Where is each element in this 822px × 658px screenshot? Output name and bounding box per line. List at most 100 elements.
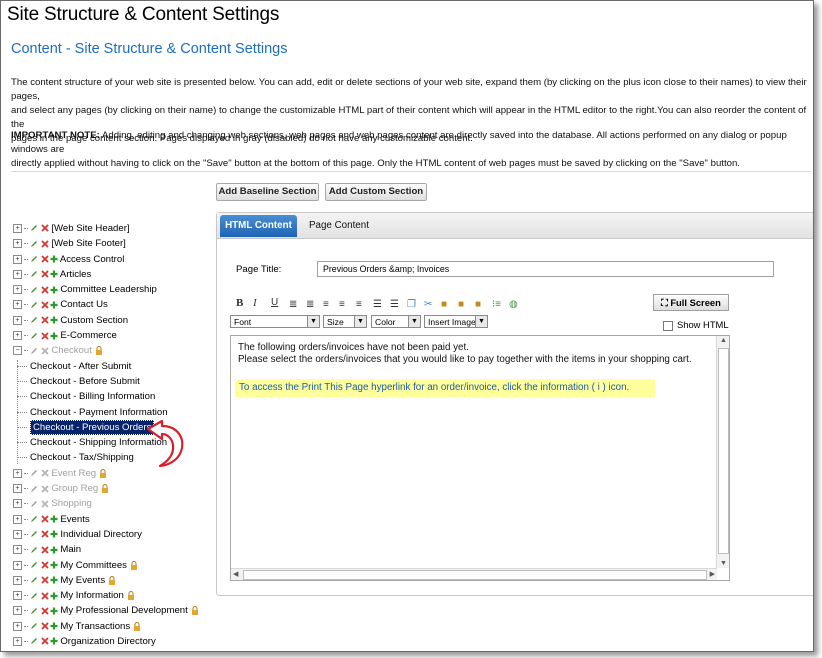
- delete-icon[interactable]: [41, 622, 49, 630]
- editor-text[interactable]: The following orders/invoices have not b…: [238, 342, 692, 366]
- expand-icon[interactable]: +: [13, 499, 22, 509]
- edit-icon[interactable]: [30, 347, 38, 355]
- align-center-icon[interactable]: ≡: [339, 299, 345, 310]
- edit-icon[interactable]: [30, 622, 38, 630]
- add-page-icon[interactable]: [50, 270, 58, 278]
- tree-node[interactable]: + Shopping: [13, 496, 213, 511]
- delete-icon[interactable]: [41, 607, 49, 615]
- delete-icon[interactable]: [41, 484, 49, 493]
- delete-icon[interactable]: [41, 515, 49, 523]
- edit-icon[interactable]: [30, 240, 38, 248]
- edit-icon[interactable]: [30, 561, 38, 569]
- edit-icon[interactable]: [30, 485, 38, 493]
- expand-icon[interactable]: +: [13, 575, 22, 585]
- edit-icon[interactable]: [30, 332, 38, 340]
- edit-icon[interactable]: [30, 530, 38, 538]
- font-select[interactable]: Font ▼: [230, 315, 320, 328]
- bullet-list-icon[interactable]: ☰: [373, 299, 382, 310]
- align-left-icon[interactable]: ≡: [323, 299, 329, 310]
- add-page-icon[interactable]: [50, 515, 58, 523]
- tree-node[interactable]: + [Web Site Header]: [13, 221, 213, 236]
- tree-node[interactable]: + My Committees: [13, 558, 213, 573]
- expand-icon[interactable]: +: [13, 514, 22, 524]
- tree-page-item[interactable]: Checkout - After Submit: [13, 359, 213, 374]
- expand-icon[interactable]: +: [13, 606, 22, 616]
- edit-icon[interactable]: [30, 316, 38, 324]
- edit-icon[interactable]: [30, 469, 38, 477]
- delete-icon[interactable]: [41, 469, 49, 477]
- edit-icon[interactable]: [30, 500, 38, 508]
- tree-node[interactable]: + My Information: [13, 588, 213, 603]
- outdent-icon[interactable]: ≣: [289, 299, 297, 310]
- tree-page-label[interactable]: Checkout - Tax/Shipping: [30, 452, 134, 463]
- paste-icon[interactable]: ■: [441, 299, 447, 310]
- delete-icon[interactable]: [41, 331, 49, 340]
- tree-node[interactable]: + Custom Section: [13, 313, 213, 328]
- tab-page-content[interactable]: Page Content: [309, 215, 369, 237]
- tree-node[interactable]: + Organization Directory: [13, 634, 213, 649]
- tree-node[interactable]: + Access Control: [13, 252, 213, 267]
- tree-page-label[interactable]: Checkout - Before Submit: [30, 376, 140, 387]
- tree-page-label[interactable]: Checkout - Billing Information: [30, 391, 155, 402]
- expand-icon[interactable]: +: [13, 269, 22, 279]
- add-page-icon[interactable]: [50, 622, 58, 630]
- delete-icon[interactable]: [41, 301, 49, 309]
- edit-icon[interactable]: [30, 301, 38, 309]
- add-page-icon[interactable]: [50, 332, 58, 340]
- color-select[interactable]: Color ▼: [371, 315, 421, 328]
- paste-word-icon[interactable]: ■: [475, 299, 481, 310]
- edit-icon[interactable]: [30, 255, 38, 263]
- add-page-icon[interactable]: [50, 592, 58, 600]
- delete-icon[interactable]: [41, 637, 49, 646]
- add-custom-section-button[interactable]: Add Custom Section: [325, 183, 427, 201]
- tree-node[interactable]: + Articles: [13, 267, 213, 282]
- tree-node[interactable]: + Main: [13, 542, 213, 557]
- size-select[interactable]: Size ▼: [323, 315, 367, 328]
- indent-icon[interactable]: ≣: [306, 299, 314, 310]
- delete-icon[interactable]: [41, 286, 49, 294]
- tree-node[interactable]: + [Web Site Footer]: [13, 236, 213, 251]
- tree-node[interactable]: + Group Reg: [13, 481, 213, 496]
- collapse-icon[interactable]: −: [13, 346, 22, 356]
- scroll-thumb[interactable]: [718, 348, 729, 554]
- copy-icon[interactable]: ❐: [407, 299, 416, 310]
- delete-icon[interactable]: [41, 347, 49, 355]
- underline-icon[interactable]: U: [271, 297, 278, 308]
- tree-node[interactable]: + Contact Us: [13, 297, 213, 312]
- add-page-icon[interactable]: [50, 286, 58, 294]
- tree-node[interactable]: + Committee Leadership: [13, 282, 213, 297]
- scroll-left-icon[interactable]: ◀: [233, 570, 238, 578]
- delete-icon[interactable]: [41, 561, 49, 569]
- add-page-icon[interactable]: [50, 546, 58, 554]
- edit-icon[interactable]: [30, 637, 38, 645]
- delete-icon[interactable]: [41, 500, 49, 508]
- edit-icon[interactable]: [30, 546, 38, 554]
- show-html-toggle[interactable]: Show HTML: [663, 319, 729, 331]
- edit-icon[interactable]: [30, 576, 38, 584]
- tree-node[interactable]: + My Events: [13, 573, 213, 588]
- tree-node[interactable]: + Individual Directory: [13, 527, 213, 542]
- edit-icon[interactable]: [30, 270, 38, 278]
- tree-page-item[interactable]: Checkout - Payment Information: [13, 405, 213, 420]
- delete-icon[interactable]: [41, 270, 49, 278]
- add-page-icon[interactable]: [50, 530, 58, 538]
- scroll-right-icon[interactable]: ▶: [710, 570, 715, 578]
- tree-node[interactable]: + My Transactions: [13, 619, 213, 634]
- delete-icon[interactable]: [41, 224, 49, 233]
- add-page-icon[interactable]: [50, 561, 58, 569]
- add-baseline-section-button[interactable]: Add Baseline Section: [216, 183, 319, 201]
- tab-html-content[interactable]: HTML Content: [220, 215, 297, 237]
- expand-icon[interactable]: +: [13, 545, 22, 555]
- align-right-icon[interactable]: ≡: [356, 299, 362, 310]
- tree-node[interactable]: + E-Commerce: [13, 328, 213, 343]
- delete-icon[interactable]: [41, 530, 49, 539]
- edit-icon[interactable]: [30, 286, 38, 294]
- expand-icon[interactable]: +: [13, 529, 22, 539]
- h-scroll-thumb[interactable]: [243, 570, 707, 580]
- edit-icon[interactable]: [30, 607, 38, 615]
- expand-icon[interactable]: +: [13, 254, 22, 264]
- tree-node[interactable]: + My Professional Development: [13, 603, 213, 618]
- add-page-icon[interactable]: [50, 301, 58, 309]
- add-page-icon[interactable]: [50, 637, 58, 645]
- add-page-icon[interactable]: [50, 607, 58, 615]
